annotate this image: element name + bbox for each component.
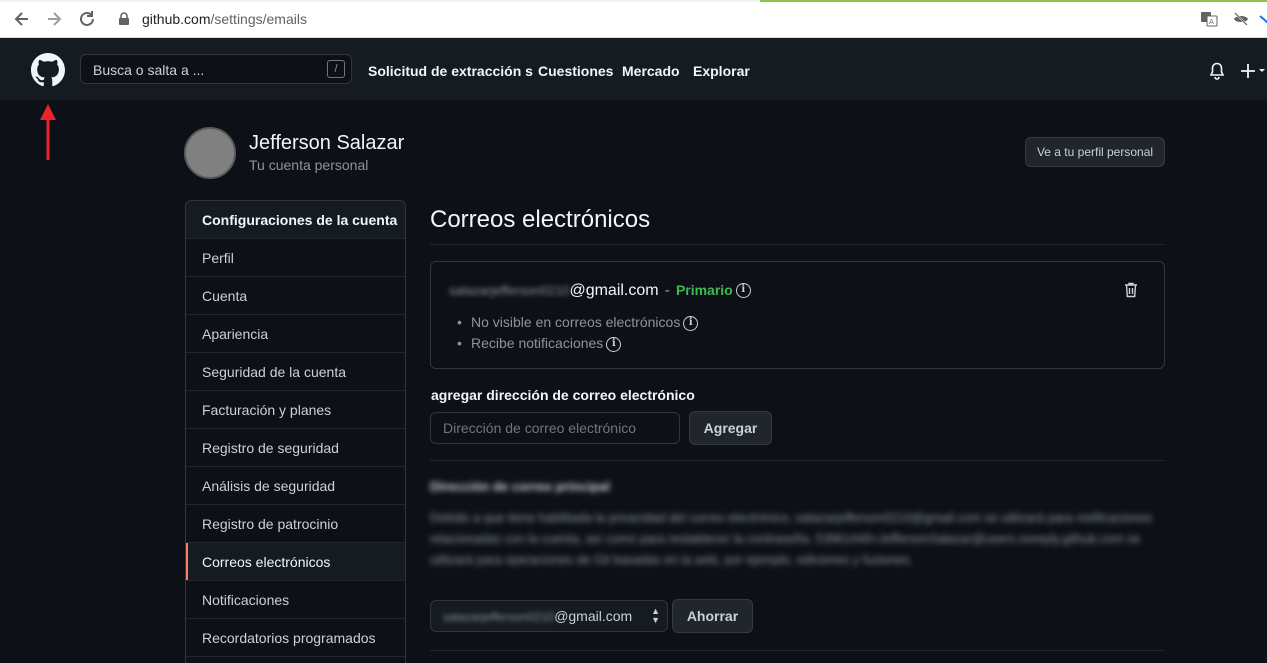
page-title: Correos electrónicos <box>430 206 651 233</box>
nav-explore[interactable]: Explorar <box>693 63 750 79</box>
select-value: salazarjefferson0210@gmail.com <box>443 608 632 624</box>
sidebar-item-security-log[interactable]: Registro de seguridad <box>186 429 405 467</box>
settings-sidebar: Configuraciones de la cuenta Perfil Cuen… <box>185 200 406 663</box>
email-dash: - <box>664 282 670 299</box>
sidebar-item-sponsorship-log[interactable]: Registro de patrocinio <box>186 505 405 543</box>
address-bar[interactable]: github.com/settings/emails <box>142 11 307 27</box>
nav-pull-requests[interactable]: Solicitud de extracción s <box>368 63 533 79</box>
search-shortcut-key: / <box>327 60 345 78</box>
url-path: /settings/emails <box>210 11 307 27</box>
lock-icon[interactable] <box>117 12 131 26</box>
reload-icon[interactable] <box>76 8 98 30</box>
redacted-email-local: salazarjefferson0210 <box>449 283 570 298</box>
email-field[interactable] <box>430 412 680 444</box>
page-load-progress <box>0 0 1267 2</box>
section-divider <box>430 460 1165 461</box>
github-logo-icon[interactable] <box>31 53 65 87</box>
add-email-label: agregar dirección de correo electrónico <box>431 387 695 403</box>
email-bullet-not-visible: No visible en correos electrónicosi <box>457 314 699 331</box>
select-caret-icon: ▲ ▼ <box>651 606 660 625</box>
nav-marketplace[interactable]: Mercado <box>622 63 680 79</box>
email-address-row: salazarjefferson0210@gmail.com - Primario i <box>449 282 751 300</box>
sidebar-item-account-security[interactable]: Seguridad de la cuenta <box>186 353 405 391</box>
info-icon[interactable]: i <box>735 283 751 299</box>
add-email-button[interactable]: Agregar <box>689 411 772 445</box>
primary-email-select[interactable]: salazarjefferson0210@gmail.com ▲ ▼ <box>430 600 668 632</box>
sidebar-item-notifications[interactable]: Notificaciones <box>186 581 405 619</box>
bullet-text: Recibe notificaciones <box>471 335 604 351</box>
nav-issues[interactable]: Cuestiones <box>538 63 613 79</box>
redacted-email-local: salazarjefferson0210 <box>443 610 555 624</box>
create-new-plus-icon[interactable] <box>1241 62 1267 80</box>
browser-toolbar: github.com/settings/emails A <box>0 0 1267 38</box>
info-icon[interactable]: i <box>683 315 699 331</box>
sidebar-item-appearance[interactable]: Apariencia <box>186 315 405 353</box>
sidebar-item-security-analysis[interactable]: Análisis de seguridad <box>186 467 405 505</box>
select-domain: @gmail.com <box>554 608 633 624</box>
primary-email-description: Debido a que tiene habilitada la privaci… <box>430 511 1152 567</box>
sidebar-heading: Configuraciones de la cuenta <box>186 201 405 239</box>
search-input[interactable]: Busca o salta a ... / <box>80 54 352 84</box>
extension-icon[interactable] <box>1258 10 1267 28</box>
title-divider <box>430 244 1165 245</box>
search-placeholder: Busca o salta a ... <box>93 62 205 78</box>
primary-email-heading: Dirección de correo principal <box>430 479 610 494</box>
sidebar-item-scheduled-reminders[interactable]: Recordatorios programados <box>186 619 405 657</box>
sidebar-item-billing[interactable]: Facturación y planes <box>186 391 405 429</box>
sidebar-item-profile[interactable]: Perfil <box>186 239 405 277</box>
section-divider <box>430 650 1165 651</box>
notifications-bell-icon[interactable] <box>1209 62 1225 80</box>
info-icon[interactable]: i <box>606 336 622 352</box>
url-host: github.com <box>142 11 211 27</box>
email-domain: @gmail.com <box>569 282 659 299</box>
save-button[interactable]: Ahorrar <box>672 599 753 633</box>
profile-subtitle: Tu cuenta personal <box>249 157 369 173</box>
annotation-arrow <box>40 104 56 160</box>
bullet-text: No visible en correos electrónicos <box>471 314 681 330</box>
back-arrow-icon[interactable] <box>11 8 33 30</box>
primary-badge: Primario <box>675 282 733 298</box>
trash-icon[interactable] <box>1124 282 1138 298</box>
svg-text:A: A <box>1209 18 1214 26</box>
profile-name: Jefferson Salazar <box>249 132 405 154</box>
email-bullet-notifications: Recibe notificacionesi <box>457 335 622 352</box>
forward-arrow-icon[interactable] <box>43 8 65 30</box>
translate-icon[interactable]: A <box>1200 10 1218 28</box>
sidebar-item-account[interactable]: Cuenta <box>186 277 405 315</box>
github-header: Busca o salta a ... / Solicitud de extra… <box>0 38 1267 100</box>
email-list-item: salazarjefferson0210@gmail.com - Primario i… <box>430 261 1165 369</box>
avatar[interactable] <box>184 127 236 179</box>
sidebar-item-emails[interactable]: Correos electrónicos <box>186 543 405 581</box>
eye-slash-icon[interactable] <box>1232 10 1250 28</box>
view-profile-button[interactable]: Ve a tu perfil personal <box>1025 137 1165 167</box>
